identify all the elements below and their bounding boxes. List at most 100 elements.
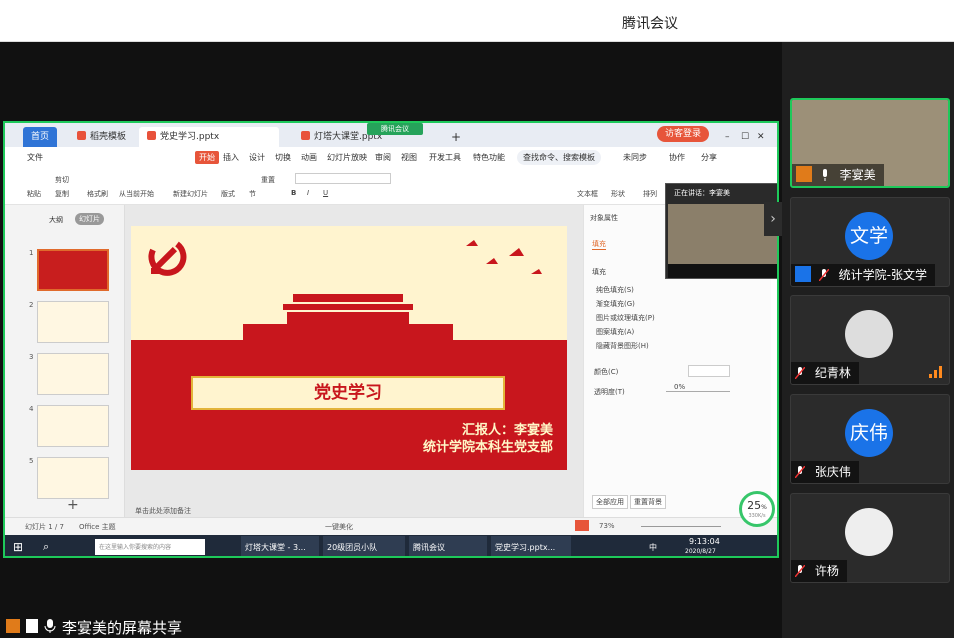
close-icon[interactable]: ✕ bbox=[749, 127, 773, 147]
taskbar-time: 9:13:04 bbox=[689, 537, 720, 546]
speaker-mini-video[interactable]: 正在讲话：李宴美 bbox=[665, 183, 777, 279]
fill-option-solid[interactable]: 纯色填充(S) bbox=[596, 285, 634, 295]
share-button[interactable]: 分享 bbox=[701, 152, 717, 163]
transparency-slider[interactable] bbox=[666, 391, 730, 392]
slide-thumb-3[interactable] bbox=[37, 353, 109, 395]
layout-button[interactable]: 版式 bbox=[221, 189, 235, 199]
slide-main[interactable]: 党史学习 汇报人：李宴美 统计学院本科生党支部 bbox=[131, 226, 567, 470]
taskbar-search-input[interactable]: 在这里输入你要搜索的内容 bbox=[95, 539, 205, 555]
zoom-slider[interactable] bbox=[641, 526, 721, 527]
menu-home[interactable]: 开始 bbox=[195, 151, 219, 164]
fill-option-picture[interactable]: 图片或纹理填充(P) bbox=[596, 313, 655, 323]
fill-section-title: 填充 bbox=[592, 268, 606, 276]
menu-developer[interactable]: 开发工具 bbox=[429, 152, 461, 163]
italic-button[interactable]: I bbox=[307, 189, 309, 197]
participant-tile[interactable]: 庆伟 张庆伟 bbox=[790, 394, 950, 484]
collab-button[interactable]: 协作 bbox=[669, 152, 685, 163]
paste-button[interactable]: 粘贴 bbox=[27, 189, 41, 199]
format-painter-button[interactable]: 格式刷 bbox=[87, 189, 108, 199]
reset-background-button[interactable]: 重置背景 bbox=[630, 495, 666, 509]
windows-start-icon[interactable]: ⊞ bbox=[13, 540, 23, 554]
arrange-button[interactable]: 排列 bbox=[643, 189, 657, 199]
color-picker[interactable] bbox=[688, 365, 730, 377]
taskbar-app-tencent-meeting[interactable]: 腾讯会议 bbox=[409, 536, 487, 556]
slides-tab[interactable]: 幻灯片 bbox=[75, 213, 104, 225]
login-button[interactable]: 访客登录 bbox=[657, 126, 710, 142]
fill-option-pattern[interactable]: 图案填充(A) bbox=[596, 327, 634, 337]
underline-button[interactable]: U bbox=[323, 189, 328, 197]
bold-button[interactable]: B bbox=[291, 189, 296, 197]
user-icon bbox=[795, 266, 811, 282]
copy-button[interactable]: 复制 bbox=[55, 189, 69, 199]
ppt-icon bbox=[147, 131, 156, 140]
fill-option-gradient[interactable]: 渐变填充(G) bbox=[596, 299, 635, 309]
participant-tile[interactable]: 文学 统计学院-张文学 bbox=[790, 197, 950, 287]
reporter-name: 汇报人：李宴美 bbox=[461, 423, 553, 438]
hide-background-checkbox[interactable]: 隐藏背景图形(H) bbox=[596, 341, 649, 351]
user-icon bbox=[6, 619, 20, 633]
taskbar-app-group[interactable]: 20级团员小队 bbox=[323, 536, 405, 556]
avatar bbox=[845, 310, 893, 358]
mic-muted-icon bbox=[794, 364, 806, 380]
tab-home[interactable]: 首页 bbox=[23, 127, 58, 147]
menu-design[interactable]: 设计 bbox=[249, 152, 265, 163]
taskbar-app-party-history[interactable]: 党史学习.pptx... bbox=[491, 536, 571, 556]
slide-thumb-2[interactable] bbox=[37, 301, 109, 343]
sync-status[interactable]: 未同步 bbox=[623, 152, 647, 163]
menu-view[interactable]: 视图 bbox=[401, 152, 417, 163]
fill-tab[interactable]: 填充 bbox=[592, 239, 606, 250]
reset-button[interactable]: 重置 bbox=[261, 175, 275, 185]
font-select[interactable] bbox=[295, 173, 391, 184]
mic-icon bbox=[44, 619, 58, 633]
beautify-button[interactable]: 一键美化 bbox=[325, 522, 353, 532]
play-from-current-button[interactable]: 从当前开始 bbox=[119, 189, 154, 199]
search-icon[interactable]: ⌕ bbox=[43, 540, 49, 554]
slide-thumb-5[interactable] bbox=[37, 457, 109, 499]
zoom-level[interactable]: 73% bbox=[599, 522, 615, 530]
participant-tile[interactable]: 李宴美 bbox=[790, 98, 950, 188]
play-icon[interactable] bbox=[575, 520, 589, 531]
hammer-sickle-icon bbox=[148, 241, 187, 276]
transparency-label: 透明度(T) bbox=[594, 388, 625, 396]
taskbar-app-lighthouse[interactable]: 灯塔大课堂 - 3... bbox=[241, 536, 319, 556]
menu-file[interactable]: 文件 bbox=[27, 152, 43, 163]
participant-name-bar: 统计学院-张文学 bbox=[791, 264, 935, 286]
doves-icon bbox=[466, 240, 542, 274]
new-slide-button[interactable]: 新建幻灯片 bbox=[173, 189, 208, 199]
add-slide-icon[interactable]: + bbox=[67, 497, 79, 513]
menu-review[interactable]: 审阅 bbox=[375, 152, 391, 163]
menu-transition[interactable]: 切换 bbox=[275, 152, 291, 163]
participant-tile[interactable]: 许杨 bbox=[790, 493, 950, 583]
slide-thumb-4[interactable] bbox=[37, 405, 109, 447]
download-progress: 25% 330K/s bbox=[739, 491, 775, 527]
new-tab-button[interactable]: + bbox=[443, 127, 469, 147]
chevron-right-icon[interactable]: › bbox=[764, 202, 782, 236]
menu-animation[interactable]: 动画 bbox=[301, 152, 317, 163]
menu-slideshow[interactable]: 幻灯片放映 bbox=[327, 152, 367, 163]
notes-placeholder[interactable]: 单击此处添加备注 bbox=[135, 506, 191, 516]
ime-indicator[interactable]: 中 bbox=[649, 542, 657, 553]
slide-thumb-1[interactable] bbox=[37, 249, 109, 291]
tab-party-history[interactable]: 党史学习.pptx bbox=[139, 127, 279, 147]
outline-tab[interactable]: 大纲 bbox=[49, 215, 63, 225]
tab-templates[interactable]: 稻壳模板 bbox=[69, 127, 134, 147]
participant-name-bar: 李宴美 bbox=[792, 164, 884, 186]
participant-tile[interactable]: 纪青林 bbox=[790, 295, 950, 385]
progress-unit: % bbox=[761, 504, 767, 511]
shape-button[interactable]: 形状 bbox=[611, 189, 625, 199]
tab-party-history-label: 党史学习.pptx bbox=[160, 132, 220, 142]
participant-name: 统计学院-张文学 bbox=[838, 268, 927, 282]
thumb-number: 4 bbox=[29, 405, 34, 413]
cut-button[interactable]: 剪切 bbox=[55, 175, 69, 185]
menu-special[interactable]: 特色功能 bbox=[473, 152, 505, 163]
section-button[interactable]: 节 bbox=[249, 189, 256, 199]
meeting-badge: 腾讯会议 bbox=[367, 123, 423, 135]
apply-all-button[interactable]: 全部应用 bbox=[592, 495, 628, 509]
command-search[interactable]: 查找命令、搜索模板 bbox=[517, 150, 601, 165]
menu-insert[interactable]: 插入 bbox=[223, 152, 239, 163]
mini-video-bar bbox=[668, 264, 777, 278]
progress-speed: 330K/s bbox=[748, 513, 766, 519]
textbox-button[interactable]: 文本框 bbox=[577, 189, 598, 199]
mic-icon bbox=[820, 166, 830, 181]
wps-menubar: 文件 开始 插入 设计 切换 动画 幻灯片放映 审阅 视图 开发工具 特色功能 … bbox=[5, 147, 777, 167]
